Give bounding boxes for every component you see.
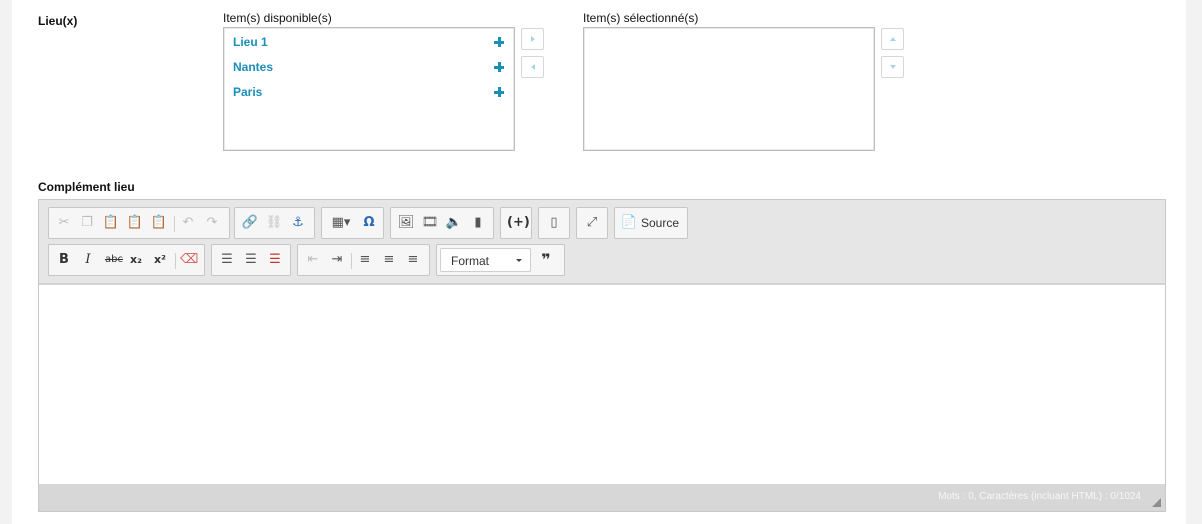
- copy-icon[interactable]: ❐: [78, 214, 96, 232]
- source-button[interactable]: 📄 Source: [614, 207, 688, 239]
- complement-label: Complément lieu: [38, 180, 135, 194]
- paste-text-icon[interactable]: 📋: [126, 214, 144, 232]
- available-list-title: Item(s) disponible(s): [223, 11, 332, 25]
- list-item-label: Lieu 1: [233, 35, 268, 49]
- plus-icon[interactable]: [494, 37, 504, 47]
- separator: [174, 216, 175, 232]
- template-group: ▯: [538, 207, 570, 239]
- clipboard-group: ✂ ❐ 📋 📋 📋 ↶ ↷: [48, 207, 230, 239]
- resize-handle-icon[interactable]: [1152, 498, 1161, 507]
- table-icon[interactable]: ▦▾: [328, 214, 354, 232]
- indent-align-group: ⇤ ⇥ ≡ ≡ ≡: [297, 244, 430, 276]
- audio-icon[interactable]: 🔈: [445, 214, 463, 232]
- arrow-right-icon: [531, 36, 535, 42]
- separator: [175, 253, 176, 269]
- format-dropdown-label: Format: [451, 254, 490, 268]
- link-icon[interactable]: 🔗: [241, 214, 259, 232]
- move-down-button[interactable]: [881, 56, 904, 78]
- maximize-icon[interactable]: ⤢: [583, 214, 601, 232]
- blockquote-icon[interactable]: ❞: [537, 251, 555, 269]
- move-up-button[interactable]: [881, 28, 904, 50]
- list-item[interactable]: Paris: [233, 82, 504, 102]
- unlink-icon[interactable]: ⛓: [265, 214, 283, 232]
- editor-toolbar: ✂ ❐ 📋 📋 📋 ↶ ↷ 🔗 ⛓ ⚓ ▦▾ Ω 🖼 🎞 🔈 ▮ (+) ▯ ⤢…: [39, 200, 1165, 284]
- selected-list-title: Item(s) sélectionné(s): [583, 11, 699, 25]
- editor-status-bar: Mots : 0, Caractères (incluant HTML) : 0…: [39, 484, 1165, 511]
- redo-icon[interactable]: ↷: [203, 214, 221, 232]
- bold-icon[interactable]: B: [55, 251, 73, 269]
- remove-list-icon[interactable]: ☰: [266, 251, 284, 269]
- superscript-icon[interactable]: x²: [151, 251, 169, 269]
- image-icon[interactable]: 🖼: [397, 214, 415, 232]
- format-group: Format ❞: [436, 244, 565, 276]
- special-char-icon[interactable]: Ω: [360, 214, 378, 232]
- cut-icon[interactable]: ✂: [55, 214, 73, 232]
- align-center-icon[interactable]: ≡: [380, 251, 398, 269]
- paste-word-icon[interactable]: 📋: [150, 214, 168, 232]
- source-label: Source: [641, 216, 680, 230]
- basic-styles-group: B I abc x₂ x² ⌫: [48, 244, 205, 276]
- arrow-left-icon: [531, 64, 535, 70]
- flash-icon[interactable]: ▮: [469, 214, 487, 232]
- plus-icon[interactable]: [494, 62, 504, 72]
- word-count-status: Mots : 0, Caractères (incluant HTML) : 0…: [938, 491, 1141, 502]
- format-dropdown[interactable]: Format: [440, 248, 531, 272]
- move-left-button[interactable]: [521, 56, 544, 78]
- separator: [351, 253, 352, 269]
- available-listbox[interactable]: Lieu 1 Nantes Paris: [223, 27, 515, 151]
- link-group: 🔗 ⛓ ⚓: [234, 207, 315, 239]
- strike-icon[interactable]: abc: [103, 251, 125, 269]
- remove-format-icon[interactable]: ⌫: [180, 251, 198, 269]
- paste-icon[interactable]: 📋: [102, 214, 120, 232]
- selected-listbox[interactable]: [583, 27, 875, 151]
- insert-placeholder-icon[interactable]: (+): [507, 214, 530, 232]
- undo-icon[interactable]: ↶: [179, 214, 197, 232]
- video-icon[interactable]: 🎞: [421, 214, 439, 232]
- list-item[interactable]: Nantes: [233, 57, 504, 77]
- media-group: 🖼 🎞 🔈 ▮: [390, 207, 494, 239]
- italic-icon[interactable]: I: [79, 251, 97, 269]
- templates-icon[interactable]: ▯: [545, 214, 563, 232]
- lists-group: ☰ ☰ ☰: [211, 244, 291, 276]
- outdent-icon[interactable]: ⇤: [304, 251, 322, 269]
- chevron-down-icon: [516, 259, 522, 262]
- plus-icon[interactable]: [494, 87, 504, 97]
- maximize-group: ⤢: [576, 207, 608, 239]
- table-group: ▦▾ Ω: [321, 207, 384, 239]
- editor-content-area[interactable]: [39, 284, 1165, 485]
- arrow-up-icon: [890, 37, 896, 41]
- list-item-label: Paris: [233, 85, 263, 99]
- bulleted-list-icon[interactable]: ☰: [242, 251, 260, 269]
- align-right-icon[interactable]: ≡: [404, 251, 422, 269]
- list-item-label: Nantes: [233, 60, 274, 74]
- list-item[interactable]: Lieu 1: [233, 32, 504, 52]
- align-left-icon[interactable]: ≡: [356, 251, 374, 269]
- indent-icon[interactable]: ⇥: [328, 251, 346, 269]
- subscript-icon[interactable]: x₂: [127, 251, 145, 269]
- placeholder-group: (+): [500, 207, 532, 239]
- numbered-list-icon[interactable]: ☰: [218, 251, 236, 269]
- anchor-icon[interactable]: ⚓: [289, 214, 307, 232]
- move-right-button[interactable]: [521, 28, 544, 50]
- source-icon: 📄: [620, 215, 638, 230]
- rich-text-editor: ✂ ❐ 📋 📋 📋 ↶ ↷ 🔗 ⛓ ⚓ ▦▾ Ω 🖼 🎞 🔈 ▮ (+) ▯ ⤢…: [38, 199, 1166, 512]
- arrow-down-icon: [890, 65, 896, 69]
- location-label: Lieu(x): [38, 14, 78, 28]
